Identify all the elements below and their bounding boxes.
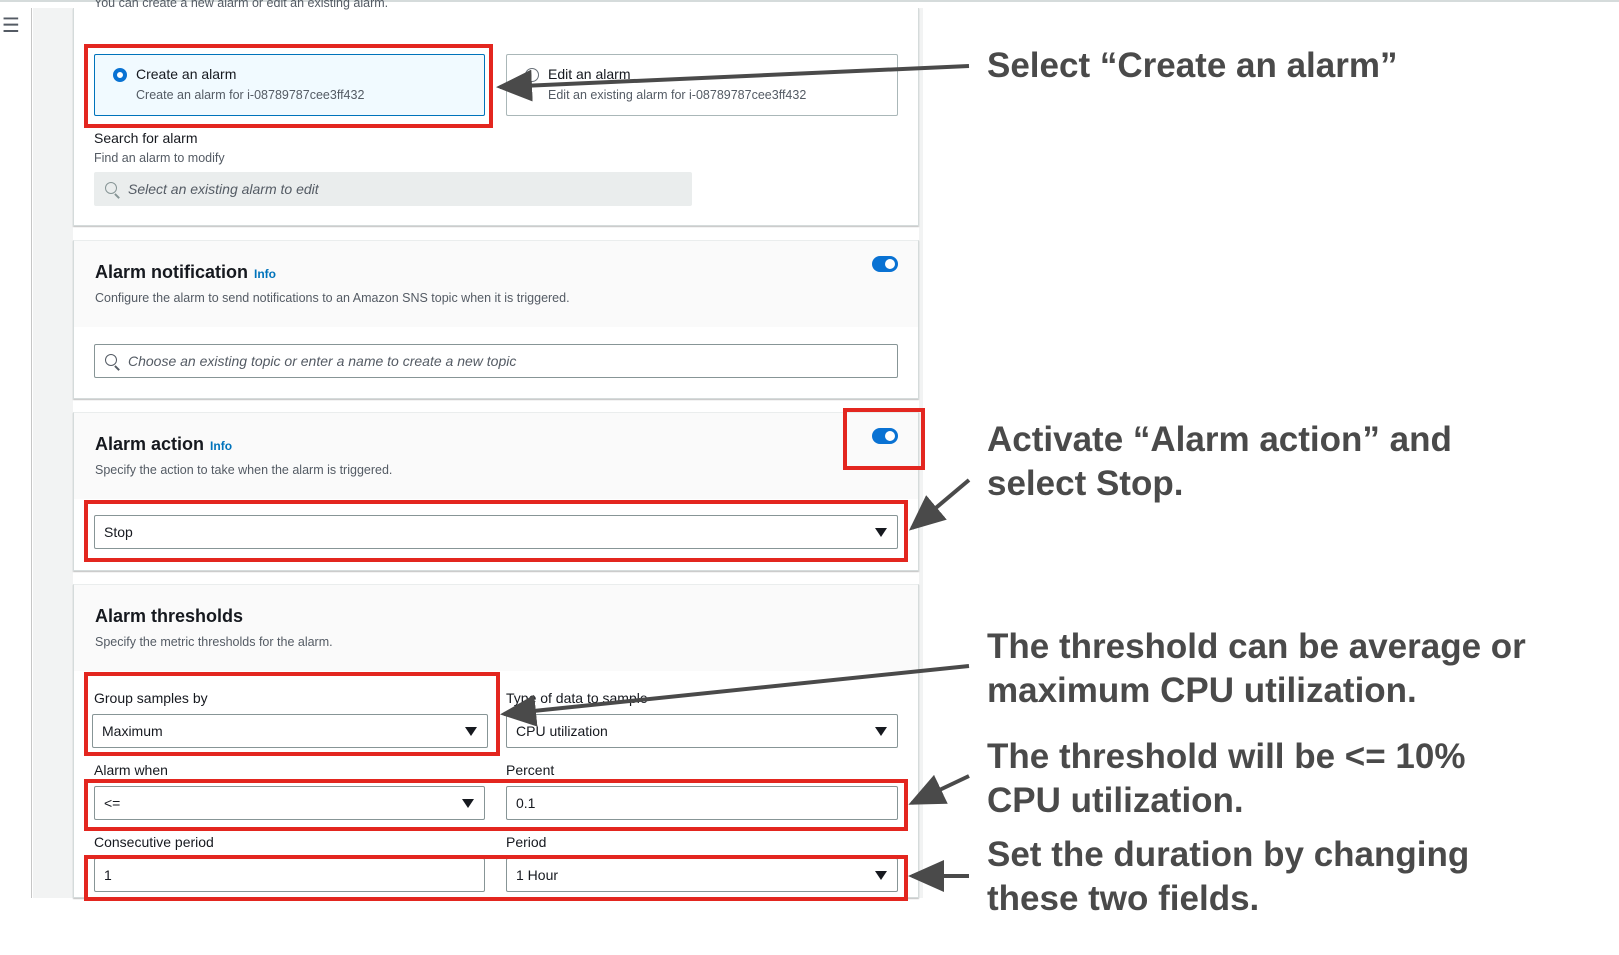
- callout-threshold-type: The threshold can be average or maximum …: [987, 625, 1526, 713]
- callout-threshold-value-line2: CPU utilization.: [987, 781, 1244, 820]
- callout-alarm-action-line1: Activate “Alarm action” and: [987, 420, 1452, 459]
- callout-alarm-action-line2: select Stop.: [987, 464, 1184, 503]
- callout-duration-line1: Set the duration by changing: [987, 835, 1470, 874]
- callout-threshold-line2: maximum CPU utilization.: [987, 671, 1417, 710]
- callout-create-alarm-text: Select “Create an alarm”: [987, 46, 1398, 85]
- callout-duration-line2: these two fields.: [987, 879, 1260, 918]
- callout-duration: Set the duration by changing these two f…: [987, 833, 1469, 921]
- callout-create-alarm: Select “Create an alarm”: [987, 44, 1397, 88]
- callout-alarm-action: Activate “Alarm action” and select Stop.: [987, 418, 1452, 506]
- callout-threshold-value: The threshold will be <= 10% CPU utiliza…: [987, 735, 1465, 823]
- callout-threshold-value-line1: The threshold will be <= 10%: [987, 737, 1466, 776]
- callout-threshold-line1: The threshold can be average or: [987, 627, 1526, 666]
